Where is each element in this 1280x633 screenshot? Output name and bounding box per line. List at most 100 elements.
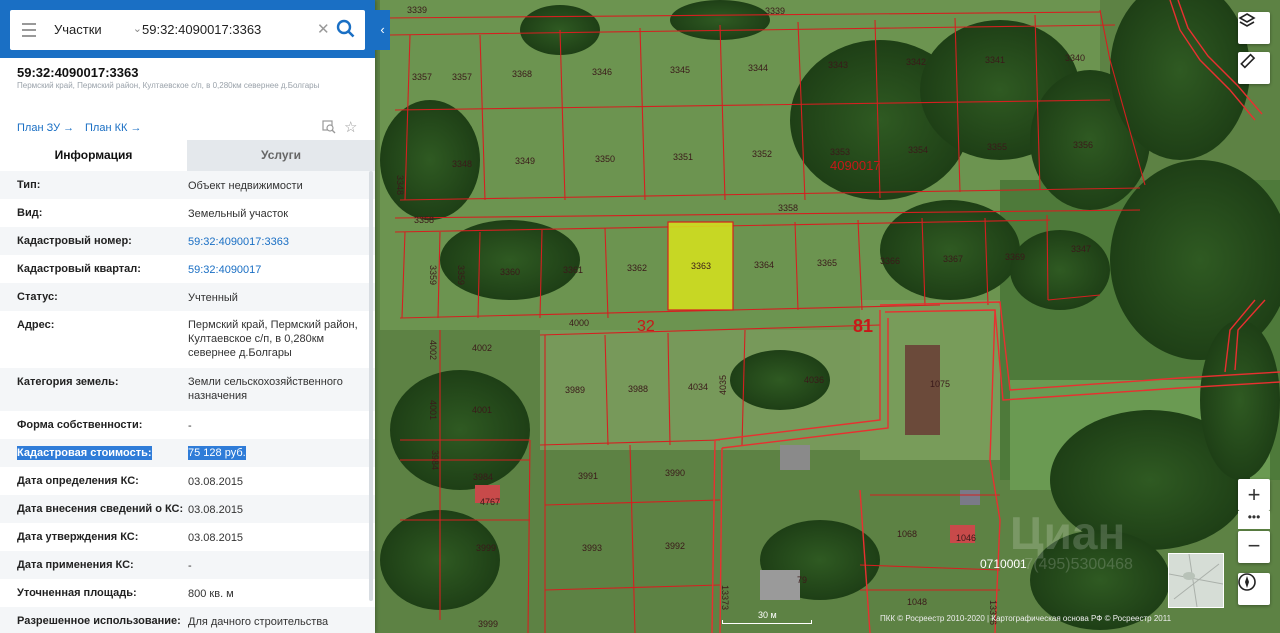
clear-icon[interactable]: ✕ xyxy=(317,20,330,38)
info-value: 800 кв. м xyxy=(188,588,234,600)
info-value-wrap: 75 128 руб. xyxy=(188,446,246,460)
parcel-label: 3345 xyxy=(670,65,690,75)
info-key: Дата утверждения КС: xyxy=(17,531,139,543)
watermark-phone: +7(495)5300468 xyxy=(1015,556,1133,573)
info-panel: Участки ⌄ ✕ 59:32:4090017:3363 Пермский … xyxy=(0,0,375,633)
parcel-label: 1048 xyxy=(907,597,927,607)
info-value: Земельный участок xyxy=(188,208,289,220)
info-row-date-approved: Дата утверждения КС: 03.08.2015 xyxy=(0,523,375,551)
parcel-label: 3367 xyxy=(943,254,963,264)
parcel-label: 3999 xyxy=(476,543,496,553)
tab-services[interactable]: Услуги xyxy=(187,140,375,171)
chevron-left-icon: ‹ xyxy=(380,22,385,37)
plan-kk-label: План КК xyxy=(85,122,128,134)
info-row-status: Статус: Учтенный xyxy=(0,283,375,311)
parcel-label: 3363 xyxy=(691,261,711,271)
layers-icon xyxy=(1238,13,1256,27)
tab-info[interactable]: Информация xyxy=(0,140,187,171)
parcel-label: 3348 xyxy=(395,175,405,195)
menu-icon[interactable] xyxy=(22,23,36,37)
parcel-label: 3991 xyxy=(578,471,598,481)
zoom-out-button[interactable]: − xyxy=(1238,531,1270,563)
parcel-label: 3344 xyxy=(748,63,768,73)
district-label-81: 81 xyxy=(853,316,873,336)
layer-select[interactable]: Участки ⌄ xyxy=(54,22,142,37)
scale-line xyxy=(722,620,812,624)
search-icon[interactable] xyxy=(336,19,356,39)
minimap[interactable] xyxy=(1168,553,1224,608)
parcel-label: 3356 xyxy=(1073,140,1093,150)
parcel-label: 4034 xyxy=(688,382,708,392)
info-table: Тип: Объект недвижимости Вид: Земельный … xyxy=(0,171,375,633)
quarter-label: 4090017 xyxy=(830,158,881,173)
compass-button[interactable] xyxy=(1238,573,1270,605)
info-row-area: Уточненная площадь: 800 кв. м xyxy=(0,579,375,607)
parcel-label: 3361 xyxy=(563,265,583,275)
scale-bar: 30 м xyxy=(722,610,812,624)
parcel-label: 3984 xyxy=(430,450,440,470)
plan-zu-link[interactable]: План ЗУ → xyxy=(17,122,74,134)
info-key: Форма собственности: xyxy=(17,419,143,431)
collapse-panel-button[interactable]: ‹ xyxy=(375,10,390,50)
parcel-label: 3993 xyxy=(582,543,602,553)
info-row-permitted-use: Разрешенное использование: Для дачного с… xyxy=(0,607,375,633)
zoom-in-button[interactable]: + xyxy=(1238,479,1270,511)
info-key: Уточненная площадь: xyxy=(17,587,137,599)
watermark: Циан xyxy=(1010,507,1126,559)
chevron-down-icon: ⌄ xyxy=(132,23,142,35)
info-key: Тип: xyxy=(17,179,41,191)
info-row-date-entered: Дата внесения сведений о КС: 03.08.2015 xyxy=(0,495,375,523)
info-key: Дата применения КС: xyxy=(17,559,134,571)
plan-kk-link[interactable]: План КК → xyxy=(85,122,141,134)
parcel-label: 3343 xyxy=(828,60,848,70)
info-key: Категория земель: xyxy=(17,376,119,388)
layers-button[interactable] xyxy=(1238,12,1270,44)
search-input[interactable] xyxy=(142,16,322,42)
info-row-ownership: Форма собственности: - xyxy=(0,411,375,439)
panel-scrollbar[interactable] xyxy=(369,171,373,601)
search-bar: Участки ⌄ ✕ xyxy=(0,0,375,58)
info-value: Объект недвижимости xyxy=(188,180,303,192)
info-row-date-determined: Дата определения КС: 03.08.2015 xyxy=(0,467,375,495)
parcel-label: 4767 xyxy=(480,497,500,507)
parcel-label: 3353 xyxy=(830,147,850,157)
district-label-32: 32 xyxy=(637,318,655,335)
measure-button[interactable] xyxy=(1238,52,1270,84)
find-on-map-icon[interactable] xyxy=(322,120,336,134)
zoom-more-button[interactable]: ••• xyxy=(1238,511,1270,529)
parcel-label: 1068 xyxy=(897,529,917,539)
star-icon[interactable]: ☆ xyxy=(344,118,357,136)
parcel-label: 3346 xyxy=(592,67,612,77)
parcel-label: 3368 xyxy=(512,69,532,79)
cadastral-number-link[interactable]: 59:32:4090017:3363 xyxy=(188,235,368,249)
parcel-label: 3365 xyxy=(817,258,837,268)
plan-zu-label: План ЗУ xyxy=(17,122,61,134)
info-row-date-applied: Дата применения КС: - xyxy=(0,551,375,579)
info-key: Дата внесения сведений о КС: xyxy=(17,503,184,515)
info-value: - xyxy=(188,420,192,432)
search-box: Участки ⌄ ✕ xyxy=(10,10,365,50)
parcel-label: 3350 xyxy=(595,154,615,164)
parcel-label: 13373 xyxy=(720,585,730,610)
info-key: Статус: xyxy=(17,291,58,303)
parcel-label: 3990 xyxy=(665,468,685,478)
parcel-label: 3360 xyxy=(500,267,520,277)
object-header: 59:32:4090017:3363 Пермский край, Пермск… xyxy=(0,58,375,140)
cadastral-quarter-link[interactable]: 59:32:4090017 xyxy=(188,263,368,277)
parcel-label: 3988 xyxy=(628,384,648,394)
parcel-label: 3349 xyxy=(515,156,535,166)
info-row-land-category: Категория земель: Земли сельскохозяйстве… xyxy=(0,368,375,411)
parcel-label: 4002 xyxy=(428,340,438,360)
parcel-label: 4035 xyxy=(718,375,728,395)
parcel-label: 3359 xyxy=(456,265,466,285)
parcel-label: 3364 xyxy=(754,260,774,270)
layer-select-value: Участки xyxy=(54,22,102,37)
info-value: - xyxy=(188,560,192,572)
info-key: Кадастровая стоимость: xyxy=(17,446,152,460)
parcel-label: 3358 xyxy=(414,215,434,225)
info-value: 03.08.2015 xyxy=(188,504,244,516)
parcel-label: 4036 xyxy=(804,375,824,385)
object-address: Пермский край, Пермский район, Култаевск… xyxy=(17,81,320,90)
parcel-label: 3359 xyxy=(428,265,438,285)
parcel-label: 4002 xyxy=(472,343,492,353)
